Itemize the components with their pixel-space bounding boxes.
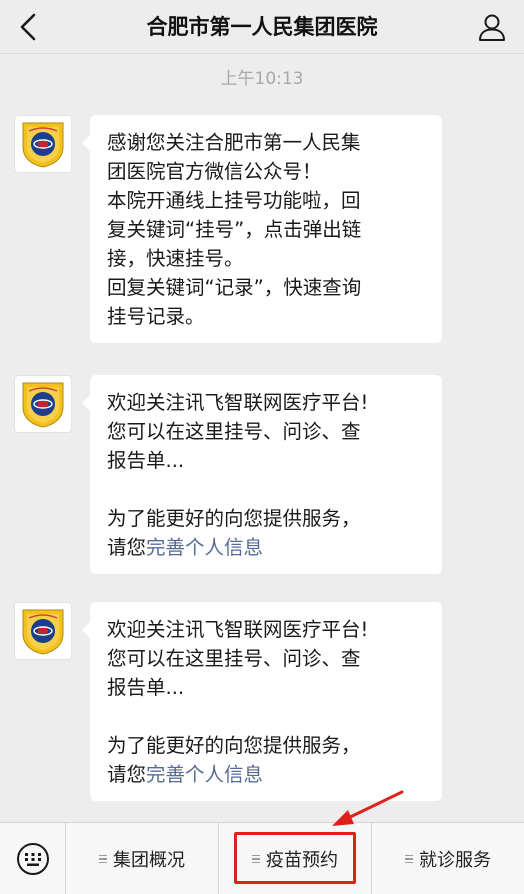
hospital-logo-icon bbox=[22, 122, 64, 168]
message-bubble: 欢迎关注讯飞智联网医疗平台! 您可以在这里挂号、问诊、查 报告单... 为了能更… bbox=[82, 602, 442, 801]
message-line: 团医院官方微信公众号！ bbox=[107, 160, 322, 183]
profile-button[interactable] bbox=[474, 9, 510, 45]
complete-profile-link[interactable]: 完善个人信息 bbox=[146, 763, 263, 786]
message-line: 报告单... bbox=[107, 676, 185, 699]
chevron-left-icon bbox=[20, 13, 36, 41]
menu-item-label: 就诊服务 bbox=[419, 850, 491, 871]
link-prefix: 请您 bbox=[107, 763, 147, 786]
message-bubble: 感谢您关注合肥市第一人民集 团医院官方微信公众号！ 本院开通线上挂号功能啦，回 … bbox=[82, 115, 442, 343]
message-line: 欢迎关注讯飞智联网医疗平台! bbox=[107, 618, 369, 641]
message-line: 请您完善个人信息 bbox=[107, 533, 428, 562]
menu-lines-icon bbox=[99, 853, 107, 866]
user-icon bbox=[479, 14, 505, 41]
menu-item-label: 集团概况 bbox=[113, 850, 185, 871]
message-line: 为了能更好的向您提供服务， bbox=[107, 507, 361, 530]
message-timestamp: 上午10:13 bbox=[220, 69, 304, 89]
link-prefix: 请您 bbox=[107, 536, 147, 559]
message-line: 为了能更好的向您提供服务， bbox=[107, 734, 361, 757]
message-line: 接，快速挂号。 bbox=[107, 247, 244, 270]
message-bubble: 欢迎关注讯飞智联网医疗平台! 您可以在这里挂号、问诊、查 报告单... 为了能更… bbox=[82, 375, 442, 574]
bottom-menu-bar: 集团概况 疫苗预约 就诊服务 bbox=[0, 822, 524, 894]
top-bar: 合肥市第一人民集团医院 bbox=[0, 0, 524, 54]
keyboard-icon bbox=[16, 843, 49, 875]
back-button[interactable] bbox=[10, 9, 46, 45]
message-line: 本院开通线上挂号功能啦，回 bbox=[107, 189, 361, 212]
complete-profile-link[interactable]: 完善个人信息 bbox=[146, 536, 263, 559]
message-line: 回复关键词“记录”，快速查询 bbox=[107, 276, 362, 299]
hospital-avatar[interactable] bbox=[14, 115, 72, 173]
hospital-avatar[interactable] bbox=[14, 602, 72, 660]
message-line: 挂号记录。 bbox=[107, 305, 205, 328]
hospital-logo-icon bbox=[22, 609, 64, 655]
message-line: 请您完善个人信息 bbox=[107, 760, 428, 789]
message-line: 您可以在这里挂号、问诊、查 bbox=[107, 647, 361, 670]
keyboard-toggle-button[interactable] bbox=[0, 823, 66, 894]
menu-item-medical-services[interactable]: 就诊服务 bbox=[372, 823, 524, 894]
menu-lines-icon bbox=[252, 853, 260, 866]
hospital-logo-icon bbox=[22, 382, 64, 428]
menu-item-group-overview[interactable]: 集团概况 bbox=[66, 823, 219, 894]
hospital-avatar[interactable] bbox=[14, 375, 72, 433]
message-line: 感谢您关注合肥市第一人民集 bbox=[107, 131, 361, 154]
message-line: 复关键词“挂号”，点击弹出链 bbox=[107, 218, 362, 241]
menu-lines-icon bbox=[405, 853, 413, 866]
menu-item-label: 疫苗预约 bbox=[266, 850, 338, 871]
message-line: 您可以在这里挂号、问诊、查 bbox=[107, 420, 361, 443]
message-line: 报告单... bbox=[107, 449, 185, 472]
menu-item-vaccine-appointment[interactable]: 疫苗预约 bbox=[219, 823, 372, 894]
message-line: 欢迎关注讯飞智联网医疗平台! bbox=[107, 391, 369, 414]
page-title: 合肥市第一人民集团医院 bbox=[146, 15, 378, 39]
